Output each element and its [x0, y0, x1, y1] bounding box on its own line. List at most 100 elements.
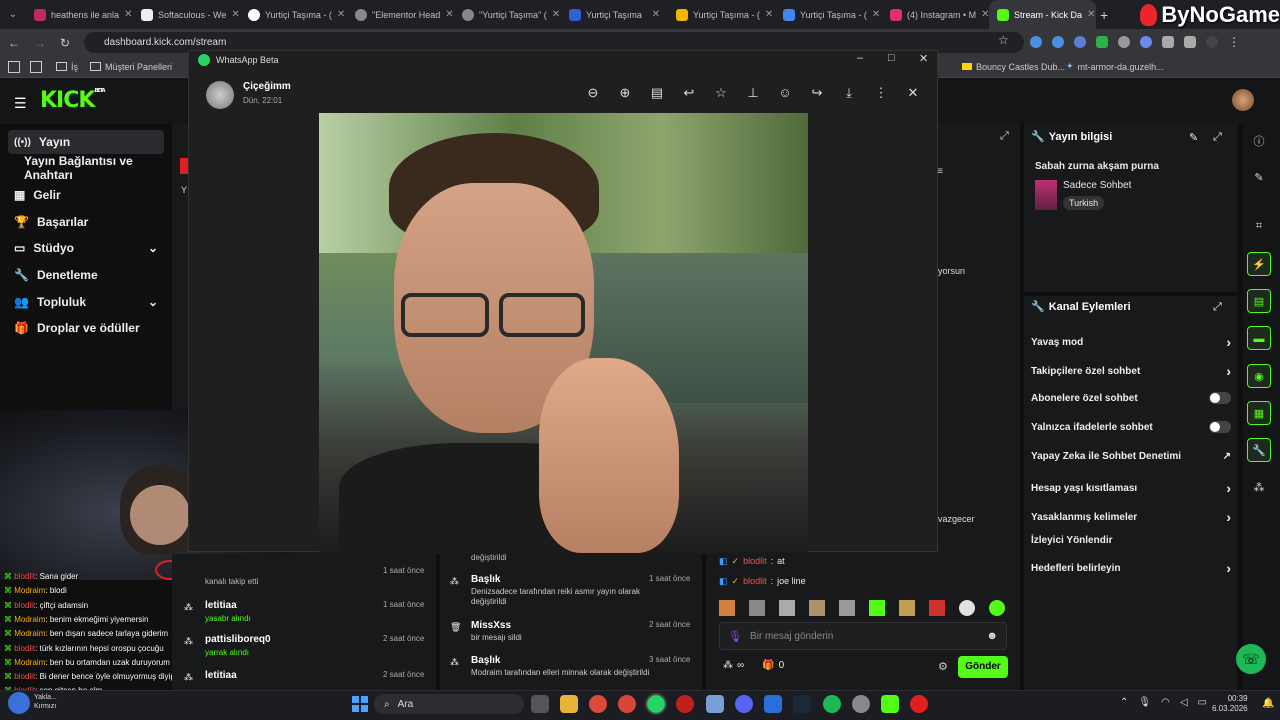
download-icon[interactable]: ⤓	[841, 85, 857, 101]
channel-action-row[interactable]: Takipçilere özel sohbet ›	[1031, 363, 1231, 379]
gear-icon[interactable]: ⚙	[938, 660, 948, 673]
kick-app-icon[interactable]	[881, 695, 899, 713]
forward-icon[interactable]: →	[34, 36, 46, 50]
edit-icon[interactable]: ✎	[1189, 131, 1198, 144]
clock[interactable]: 00:39 6.03.2026	[1212, 694, 1248, 714]
emote-icon[interactable]	[779, 600, 795, 616]
zoom-in-icon[interactable]: ⊕	[617, 85, 633, 101]
close-icon[interactable]: ✕	[919, 52, 928, 65]
reply-icon[interactable]: ↩	[681, 85, 697, 101]
sidebar-item-yayin[interactable]: ((•)) Yayın	[8, 130, 164, 154]
browser-tab[interactable]: "Elementor Head ✕	[347, 0, 454, 29]
gift-icon[interactable]: 🎁	[762, 660, 774, 671]
pencil-icon[interactable]: ✎	[1247, 166, 1271, 190]
weather-icon[interactable]	[8, 692, 30, 714]
emote-icon[interactable]	[839, 600, 855, 616]
expand-icon[interactable]: ⤢	[1000, 130, 1009, 143]
channel-action-row[interactable]: Hesap yaşı kısıtlaması ›	[1031, 480, 1231, 496]
chevron-right-icon[interactable]: ›	[1226, 334, 1231, 350]
microphone-icon[interactable]: 🎙	[728, 630, 742, 643]
sidebar-item-stream-key[interactable]: Yayın Bağlantısı ve Anahtarı	[8, 154, 164, 182]
puzzle-icon[interactable]	[1184, 36, 1196, 48]
community-icon[interactable]: ⁂	[1247, 476, 1271, 500]
volume-icon[interactable]: ◁	[1180, 697, 1188, 708]
category-name[interactable]: Sadece Sohbet	[1063, 180, 1131, 191]
folder-icon[interactable]	[560, 695, 578, 713]
back-icon[interactable]: ←	[8, 36, 20, 50]
channel-action-row[interactable]: Yalnızca ifadelerle sohbet	[1031, 421, 1231, 433]
star-icon[interactable]: ☆	[713, 85, 729, 101]
emote-icon[interactable]	[899, 600, 915, 616]
chevron-right-icon[interactable]: ›	[1226, 509, 1231, 525]
channel-action-row[interactable]: Yapay Zeka ile Sohbet Denetimi ↗	[1031, 451, 1231, 462]
discord-icon[interactable]	[735, 695, 753, 713]
bookmark-item[interactable]: Bouncy Castles Dub...	[962, 62, 1065, 72]
chrome-icon[interactable]	[618, 695, 636, 713]
bookmark-item[interactable]: Müşteri Panelleri	[90, 62, 172, 72]
close-tab-icon[interactable]: ✕	[981, 9, 989, 20]
menu-icon[interactable]: ⋮	[1228, 36, 1240, 48]
layout-icon[interactable]: ▦	[1247, 401, 1271, 425]
external-icon[interactable]: ↗	[1223, 451, 1231, 462]
avatar[interactable]	[1232, 89, 1254, 111]
browser-tab[interactable]: Yurtiçi Taşıma ✕	[561, 0, 668, 29]
close-viewer-icon[interactable]: ✕	[905, 85, 921, 101]
kick-logo[interactable]: KICKBETA	[40, 88, 106, 113]
close-tab-icon[interactable]: ✕	[872, 9, 880, 20]
emote-icon[interactable]	[989, 600, 1005, 616]
browser-tab[interactable]: (4) Instagram • M ✕	[882, 0, 989, 29]
emote-icon[interactable]	[959, 600, 975, 616]
sidebar-item-basarilar[interactable]: 🏆 Başarılar	[8, 210, 164, 234]
sidebar-item-studyo[interactable]: ▭ Stüdyo ⌄	[8, 236, 164, 260]
grid-icon[interactable]	[30, 60, 42, 73]
channel-action-row[interactable]: Yasaklanmış kelimeler ›	[1031, 509, 1231, 525]
channel-action-row[interactable]: İzleyici Yönlendir	[1031, 535, 1231, 546]
popout-icon[interactable]: ⤢	[1213, 131, 1222, 144]
close-tab-icon[interactable]: ✕	[552, 9, 560, 20]
chevron-up-icon[interactable]: ⌃	[1120, 697, 1128, 708]
microphone-icon[interactable]: 🎙	[1138, 697, 1151, 708]
browser-tab[interactable]: Softaculous - We ✕	[133, 0, 240, 29]
spotify-icon[interactable]	[823, 695, 841, 713]
close-tab-icon[interactable]: ✕	[1087, 9, 1095, 20]
lightning-icon[interactable]: ⚡	[1247, 252, 1271, 276]
minimize-icon[interactable]: –	[857, 52, 863, 64]
react-icon[interactable]: ☺	[777, 85, 793, 101]
browser-tab[interactable]: heathens ile anla ✕	[26, 0, 133, 29]
toggle-switch[interactable]	[1209, 392, 1231, 404]
start-icon[interactable]	[352, 696, 368, 712]
reload-icon[interactable]: ↻	[60, 36, 70, 50]
sidebar-item-topluluk[interactable]: 👥 Topluluk ⌄	[8, 290, 164, 314]
emote-icon[interactable]	[869, 600, 885, 616]
extension-icon[interactable]	[1140, 36, 1152, 48]
apps-icon[interactable]	[8, 60, 20, 73]
community-icon[interactable]: ⁂	[723, 660, 733, 671]
emote-icon[interactable]	[719, 600, 735, 616]
extension-icon[interactable]	[1118, 36, 1130, 48]
chevron-right-icon[interactable]: ›	[1226, 560, 1231, 576]
emoji-icon[interactable]: ☻	[986, 630, 998, 642]
emote-icon[interactable]	[929, 600, 945, 616]
close-tab-icon[interactable]: ✕	[652, 9, 660, 20]
extension-icon[interactable]	[1030, 36, 1042, 48]
bookmark-star-icon[interactable]: ☆	[998, 33, 1009, 47]
app-icon[interactable]	[676, 695, 694, 713]
battery-icon[interactable]: ▭	[1198, 697, 1207, 708]
chat-icon[interactable]: ▬	[1247, 326, 1271, 350]
browser-tab-active[interactable]: Stream - Kick Da ✕	[989, 0, 1096, 29]
info-icon[interactable]: ⓘ	[1247, 130, 1271, 154]
channel-action-row[interactable]: Yavaş mod ›	[1031, 334, 1231, 350]
wifi-icon[interactable]: ◠	[1161, 697, 1170, 708]
chevron-right-icon[interactable]: ›	[1226, 363, 1231, 379]
toggle-switch[interactable]	[1209, 421, 1231, 433]
close-tab-icon[interactable]: ✕	[765, 9, 773, 20]
crop-icon[interactable]: ⌗	[1247, 214, 1271, 238]
close-tab-icon[interactable]: ✕	[337, 9, 345, 20]
close-tab-icon[interactable]: ✕	[445, 9, 453, 20]
browser-tab[interactable]: Yurtiçi Taşıma - (✕	[668, 0, 775, 29]
notification-icon[interactable]: 🔔	[1262, 698, 1274, 709]
forward-icon[interactable]: ↪	[809, 85, 825, 101]
steam-icon[interactable]	[793, 695, 811, 713]
sidebar-item-denetleme[interactable]: 🔧 Denetleme	[8, 263, 164, 287]
browser-tab[interactable]: "Yurtiçi Taşıma" (✕	[454, 0, 561, 29]
